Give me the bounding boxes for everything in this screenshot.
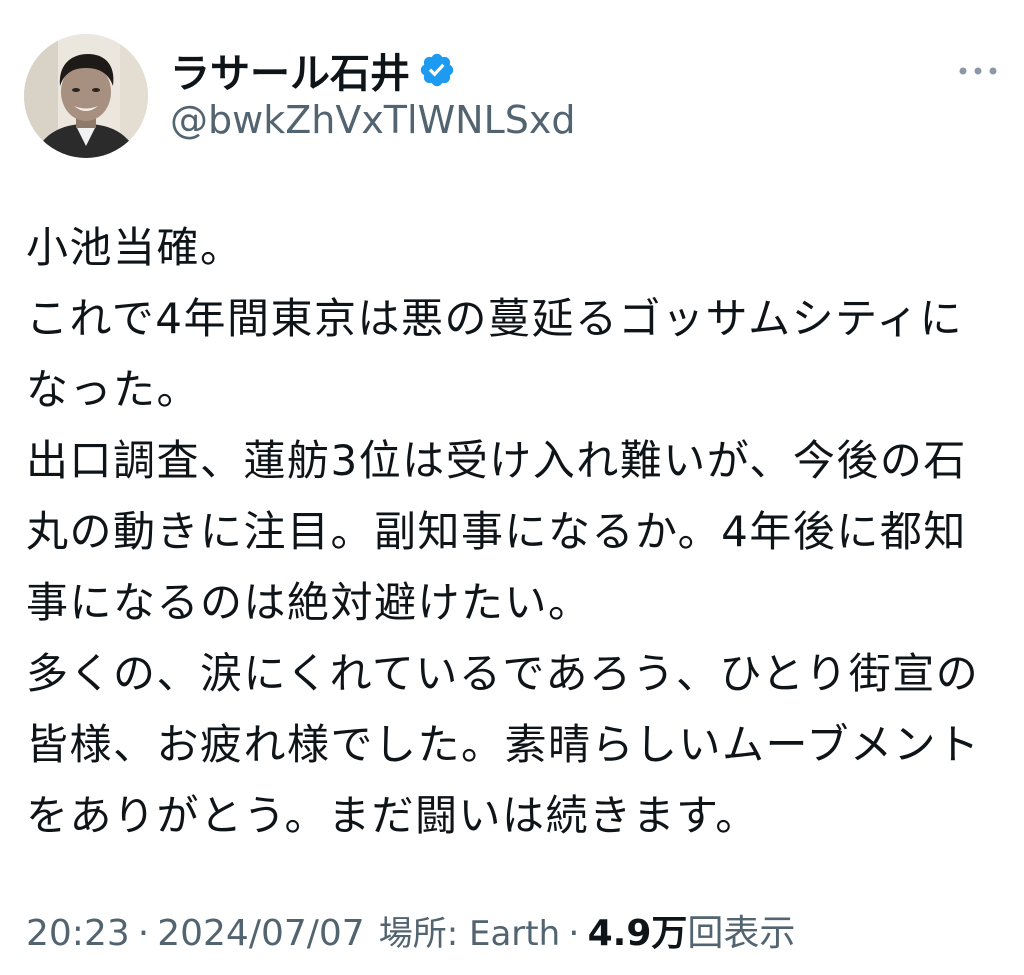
tweet: ラサール石井 @bwkZhVxTlWNLSxd 小池当確。 これで4年間東京は悪…	[0, 0, 1024, 975]
author-handle[interactable]: @bwkZhVxTlWNLSxd	[170, 98, 575, 142]
tweet-text-line: 事になるのは絶対避けたい。	[26, 578, 592, 627]
more-options-icon[interactable]	[950, 56, 1006, 86]
meta-separator: ·	[137, 913, 150, 954]
tweet-text: 小池当確。 これで4年間東京は悪の蔓延るゴッサムシティに なった。 出口調査、蓮…	[26, 212, 986, 851]
tweet-location: 場所: Earth	[378, 914, 561, 954]
tweet-date[interactable]: 2024/07/07	[157, 913, 365, 954]
tweet-text-line: 丸の動きに注目。副知事になるか。4年後に都知	[26, 507, 967, 556]
tweet-text-line: 皆様、お疲れ様でした。素晴らしいムーブメント	[26, 720, 981, 769]
view-count: 4.9万	[587, 913, 688, 954]
meta-separator: ·	[568, 913, 580, 954]
tweet-text-line: 多くの、涙にくれているであろう、ひとり街宣の	[26, 649, 980, 698]
tweet-text-line: 小池当確。	[26, 223, 244, 272]
tweet-text-line: をありがとう。まだ闘いは続きます。	[26, 791, 759, 840]
profile-photo-icon	[24, 34, 148, 158]
tweet-meta: 20:23 · 2024/07/07 場所: Earth · 4.9万 回表示	[26, 904, 795, 956]
view-count-label: 回表示	[687, 913, 796, 954]
author-display-name[interactable]: ラサール石井	[170, 41, 410, 99]
verified-badge-icon	[418, 51, 456, 89]
tweet-text-line: これで4年間東京は悪の蔓延るゴッサムシティに	[26, 294, 964, 343]
tweet-text-line: 出口調査、蓮舫3位は受け入れ難いが、今後の石	[26, 436, 967, 485]
avatar[interactable]	[24, 34, 148, 158]
tweet-time[interactable]: 20:23	[26, 913, 130, 954]
tweet-text-line: なった。	[26, 365, 201, 414]
author-name-row: ラサール石井	[170, 42, 456, 98]
